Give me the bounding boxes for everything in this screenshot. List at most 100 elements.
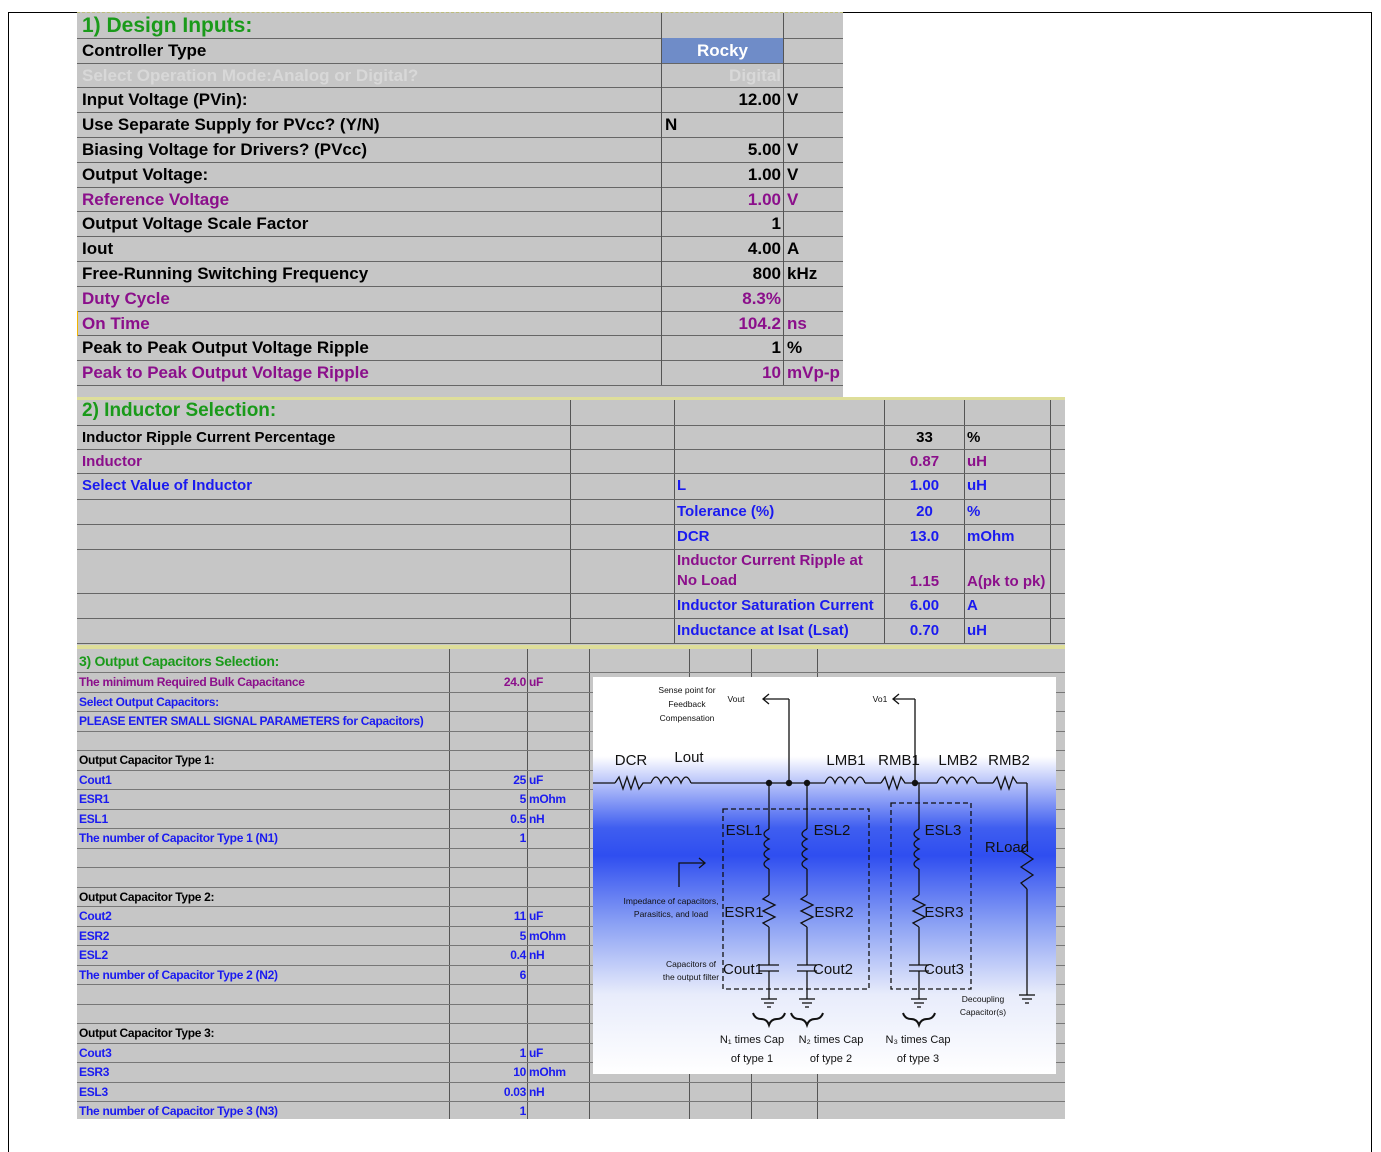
inductor-unit: uH xyxy=(965,619,1051,643)
inductor-value[interactable]: 6.00 xyxy=(885,594,965,618)
capacitor-value[interactable]: 1 xyxy=(450,829,528,848)
input-unit xyxy=(783,211,843,237)
capacitor-value[interactable]: 1 xyxy=(450,1102,528,1119)
inductor-row: Select Value of Inductor L 1.00 uH xyxy=(77,474,1065,500)
input-value[interactable]: 800 xyxy=(661,261,783,286)
capacitor-value[interactable]: 0.03 xyxy=(450,1082,528,1101)
empty-cell xyxy=(571,400,675,425)
input-row: Input Voltage (PVin): 12.00 V xyxy=(77,87,843,114)
input-value[interactable]: 104.2 xyxy=(661,310,783,336)
capacitor-value[interactable] xyxy=(450,848,528,867)
inductor-parameter: Inductor Current Ripple at No Load xyxy=(675,550,885,593)
input-value[interactable]: 1.00 xyxy=(661,186,783,212)
capacitor-unit xyxy=(528,751,590,770)
input-row: Select Operation Mode:Analog or Digital?… xyxy=(77,62,843,89)
input-value[interactable]: 12.00 xyxy=(661,87,783,113)
input-label: Use Separate Supply for PVcc? (Y/N) xyxy=(82,115,380,135)
capacitor-label xyxy=(77,848,450,867)
capacitor-value[interactable] xyxy=(450,731,528,750)
input-row: Use Separate Supply for PVcc? (Y/N) N xyxy=(77,112,843,138)
input-value[interactable]: 1 xyxy=(661,335,783,361)
inductor-unit: uH xyxy=(965,474,1051,499)
empty-cell xyxy=(571,474,675,499)
inductor-value[interactable]: 1.15 xyxy=(885,550,965,593)
capacitor-value[interactable] xyxy=(450,985,528,1004)
row-selection-marker xyxy=(77,310,78,336)
input-label: Output Voltage Scale Factor xyxy=(82,214,309,234)
capacitor-value[interactable] xyxy=(450,1004,528,1023)
capacitor-value[interactable] xyxy=(450,712,528,731)
capacitor-label: Output Capacitor Type 3: xyxy=(77,1024,450,1043)
capacitor-value[interactable] xyxy=(450,751,528,770)
capacitor-value[interactable]: 1 xyxy=(450,1043,528,1062)
dcr-label: DCR xyxy=(615,752,648,769)
node-dot xyxy=(803,779,811,787)
lmb2-label: LMB2 xyxy=(938,752,977,769)
inductor-value[interactable]: 0.87 xyxy=(885,450,965,473)
inductor-unit: A xyxy=(965,594,1051,618)
input-unit: V xyxy=(783,161,843,187)
input-value[interactable]: 8.3% xyxy=(661,285,783,311)
inductor-value[interactable]: 13.0 xyxy=(885,525,965,549)
parameter-line1: Inductor Current Ripple at xyxy=(677,552,863,569)
input-value[interactable]: 10 xyxy=(661,360,783,385)
capacitor-label: The number of Capacitor Type 1 (N1) xyxy=(77,829,450,848)
capacitor-value[interactable]: 25 xyxy=(450,770,528,789)
capacitor-label: ESL2 xyxy=(77,946,450,965)
n3-note-line2: of type 3 xyxy=(897,1053,939,1065)
empty-cell xyxy=(661,13,783,38)
inductor-value[interactable]: 20 xyxy=(885,500,965,524)
capacitor-unit: mOhm xyxy=(528,1063,590,1082)
lmb1-label: LMB1 xyxy=(826,752,865,769)
inductor-value[interactable]: 0.70 xyxy=(885,619,965,643)
capacitor-value[interactable]: 5 xyxy=(450,790,528,809)
input-value[interactable]: Digital xyxy=(661,62,783,88)
section-title: 1) Design Inputs: xyxy=(82,14,253,37)
inductor-label xyxy=(77,525,571,549)
capacitor-unit: mOhm xyxy=(528,926,590,945)
input-label: Input Voltage (PVin): xyxy=(82,90,248,110)
input-value[interactable]: N xyxy=(661,112,783,137)
capacitor-value[interactable]: 24.0 xyxy=(450,673,528,692)
circuit-svg: Sense point for Feedback Compensation Vo… xyxy=(593,685,1035,1065)
capacitor-unit: nH xyxy=(528,946,590,965)
input-value[interactable]: 1.00 xyxy=(661,161,783,187)
input-value[interactable]: 1 xyxy=(661,211,783,237)
inductor-row: Inductor Saturation Current 6.00 A xyxy=(77,594,1065,619)
capacitor-value[interactable]: 6 xyxy=(450,965,528,984)
capacitor-value[interactable] xyxy=(450,692,528,711)
empty-cell xyxy=(752,1102,818,1119)
empty-cell xyxy=(690,1082,752,1101)
capacitor-value[interactable]: 0.4 xyxy=(450,946,528,965)
capacitor-value[interactable]: 5 xyxy=(450,926,528,945)
capacitor-value[interactable] xyxy=(450,868,528,887)
capacitor-value[interactable]: 11 xyxy=(450,907,528,926)
input-unit: % xyxy=(783,335,843,361)
capacitor-unit xyxy=(528,848,590,867)
empty-cell xyxy=(675,400,885,425)
esl2-label: ESL2 xyxy=(814,822,851,839)
capacitor-value[interactable]: 0.5 xyxy=(450,809,528,828)
vout-label: Vout xyxy=(727,694,745,704)
capacitor-value[interactable] xyxy=(450,887,528,906)
input-value[interactable]: 4.00 xyxy=(661,236,783,261)
capacitor-label: ESR3 xyxy=(77,1063,450,1082)
inductor-label xyxy=(77,500,571,524)
inductor-value[interactable]: 1.00 xyxy=(885,474,965,499)
capacitor-value[interactable]: 10 xyxy=(450,1063,528,1082)
inductor-unit: % xyxy=(965,426,1051,449)
capacitor-value[interactable] xyxy=(450,1024,528,1043)
input-unit: A xyxy=(783,236,843,261)
output-filter-circuit-diagram: Sense point for Feedback Compensation Vo… xyxy=(593,677,1056,1074)
capacitor-unit xyxy=(528,712,590,731)
capacitor-label: ESR2 xyxy=(77,926,450,945)
rmb1-label: RMB1 xyxy=(878,752,920,769)
input-value[interactable]: 5.00 xyxy=(661,137,783,162)
input-value[interactable]: Rocky xyxy=(661,37,783,63)
capacitor-label: ESL3 xyxy=(77,1082,450,1101)
inductor-value[interactable]: 33 xyxy=(885,426,965,449)
inductor-unit: uH xyxy=(965,450,1051,473)
vo1-label: Vo1 xyxy=(873,694,888,704)
inductor-unit: % xyxy=(965,500,1051,524)
capacitor-unit: uF xyxy=(528,907,590,926)
